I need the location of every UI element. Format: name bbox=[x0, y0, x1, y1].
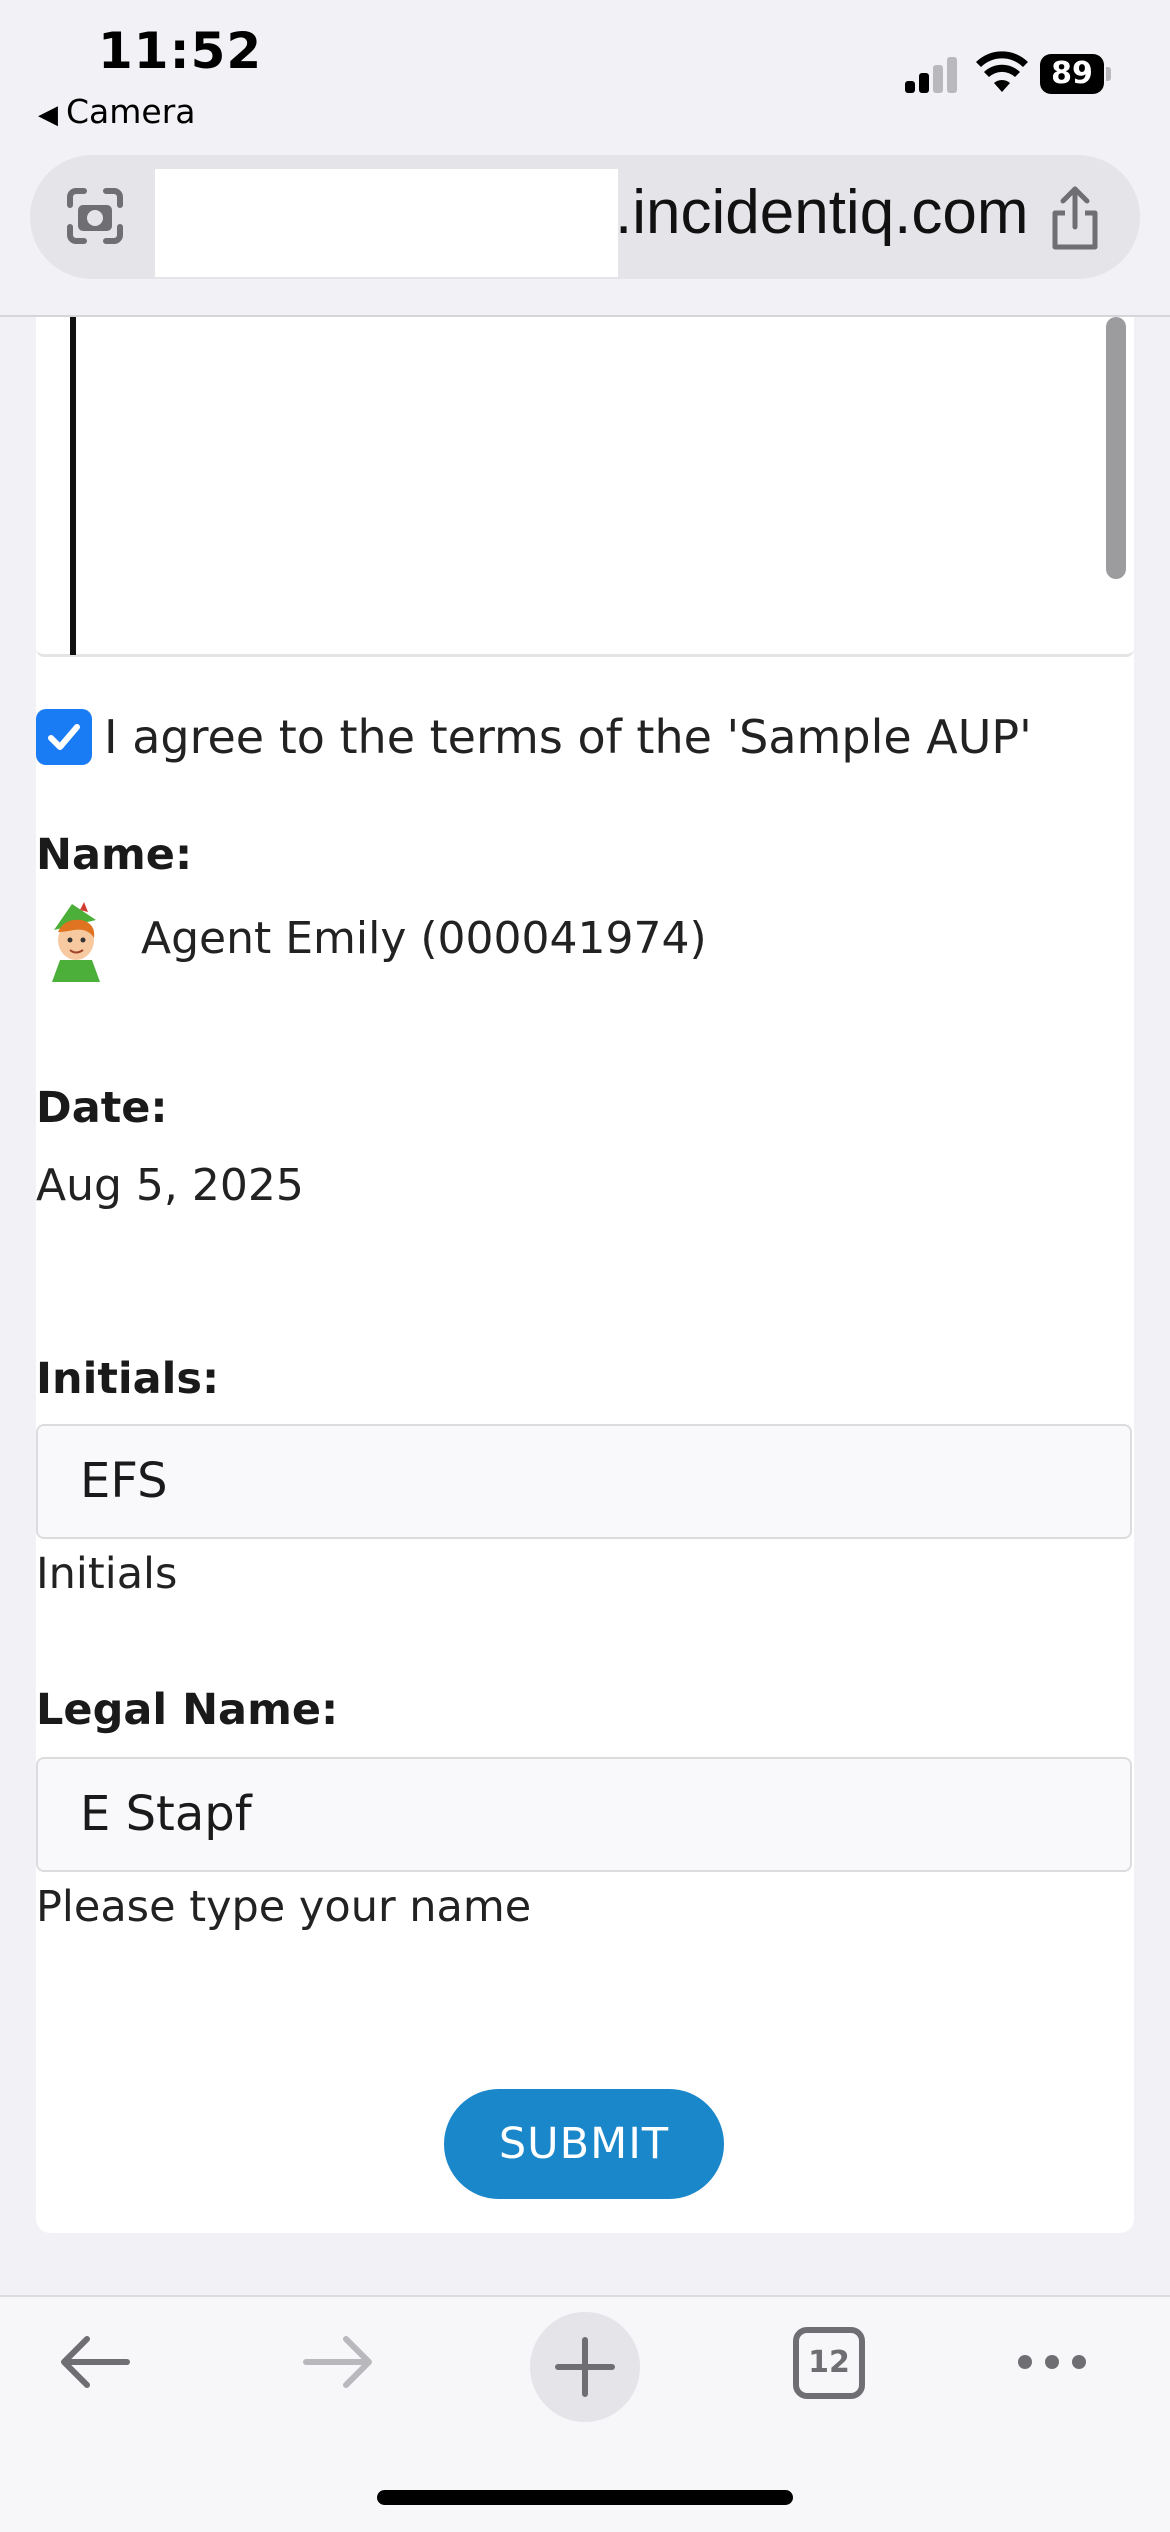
more-options-icon[interactable] bbox=[1015, 2342, 1090, 2382]
cellular-signal-icon bbox=[905, 55, 959, 93]
agree-checkbox[interactable] bbox=[36, 709, 92, 765]
name-value: Agent Emily (000041974) bbox=[141, 913, 707, 964]
back-app-label: Camera bbox=[66, 92, 196, 131]
status-bar: 11:52 ◀ Camera 89 bbox=[0, 0, 1170, 150]
form-card: I agree to the terms of the 'Sample AUP'… bbox=[36, 317, 1134, 2233]
back-triangle-icon: ◀ bbox=[38, 100, 58, 130]
date-value: Aug 5, 2025 bbox=[36, 1160, 304, 1211]
date-label: Date: bbox=[36, 1083, 168, 1133]
document-scrollbar[interactable] bbox=[1106, 317, 1126, 579]
document-viewer[interactable] bbox=[36, 317, 1134, 657]
checkmark-icon bbox=[48, 724, 80, 750]
battery-level: 89 bbox=[1040, 54, 1104, 94]
back-to-app-link[interactable]: ◀ Camera bbox=[38, 92, 196, 131]
redacted-url-part bbox=[155, 169, 618, 277]
agree-label: I agree to the terms of the 'Sample AUP' bbox=[104, 710, 1032, 764]
tab-switcher-button[interactable]: 12 bbox=[793, 2327, 865, 2399]
initials-label: Initials: bbox=[36, 1354, 220, 1404]
forward-arrow-icon[interactable] bbox=[298, 2327, 378, 2397]
legal-name-helper: Please type your name bbox=[36, 1882, 532, 1932]
status-time: 11:52 bbox=[98, 22, 263, 80]
url-text: .incidentiq.com bbox=[615, 178, 1029, 247]
battery-icon: 89 bbox=[1040, 54, 1112, 94]
legal-name-label: Legal Name: bbox=[36, 1685, 339, 1735]
visual-lookup-icon[interactable] bbox=[62, 183, 128, 249]
share-icon[interactable] bbox=[1045, 185, 1105, 253]
home-indicator[interactable] bbox=[377, 2490, 793, 2505]
address-bar[interactable]: .incidentiq.com bbox=[30, 155, 1140, 279]
wifi-icon bbox=[976, 51, 1028, 92]
new-tab-button[interactable] bbox=[530, 2312, 640, 2422]
submit-button[interactable]: SUBMIT bbox=[444, 2089, 724, 2199]
back-arrow-icon[interactable] bbox=[55, 2327, 135, 2397]
user-avatar bbox=[52, 902, 100, 982]
initials-input[interactable]: EFS bbox=[36, 1424, 1132, 1539]
legal-name-input[interactable]: E Stapf bbox=[36, 1757, 1132, 1872]
agree-row[interactable]: I agree to the terms of the 'Sample AUP' bbox=[36, 707, 1032, 767]
name-label: Name: bbox=[36, 830, 193, 880]
initials-helper: Initials bbox=[36, 1549, 178, 1599]
plus-icon bbox=[555, 2337, 615, 2397]
document-edge bbox=[70, 317, 76, 655]
page-content: I agree to the terms of the 'Sample AUP'… bbox=[0, 317, 1170, 2295]
